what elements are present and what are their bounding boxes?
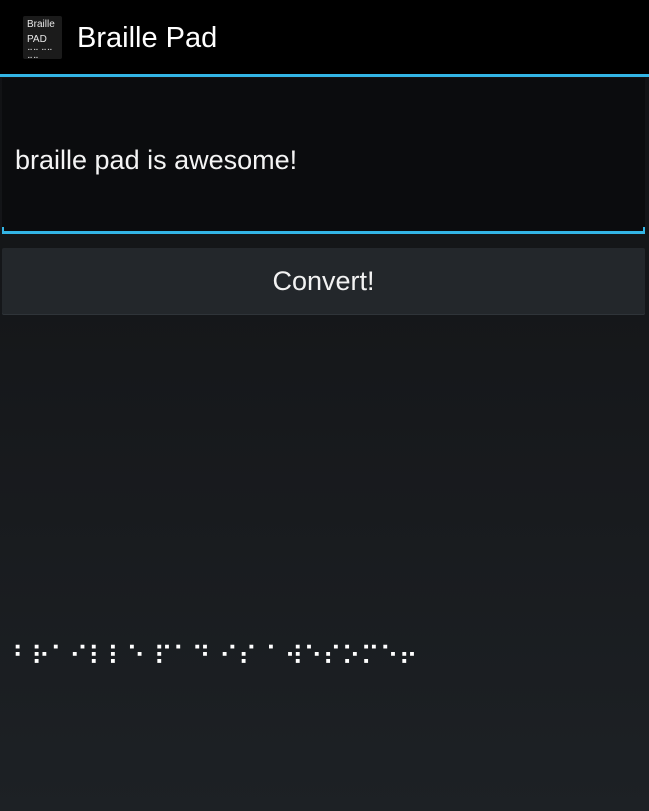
convert-button[interactable]: Convert! — [2, 248, 645, 315]
braille-output-text: ⠃⠗⠁⠊⠇⠇⠑ ⠏⠁⠙ ⠊⠎ ⠁⠺⠑⠎⠕⠍⠑⠖ — [12, 642, 418, 672]
text-input-underline — [2, 231, 645, 234]
convert-button-label: Convert! — [272, 266, 375, 296]
app-title: Braille Pad — [77, 22, 218, 54]
app-icon-text-braille: Braille — [27, 19, 55, 30]
screen: Braille PAD ⠒⠒ ⠒⠒ ⠒⠒ Braille Pad braille… — [0, 0, 649, 811]
app-icon[interactable]: Braille PAD ⠒⠒ ⠒⠒ ⠒⠒ — [23, 16, 62, 63]
app-icon-text-pad: PAD — [27, 34, 47, 45]
action-bar: Braille PAD ⠒⠒ ⠒⠒ ⠒⠒ Braille Pad — [0, 0, 649, 74]
text-input-field[interactable]: braille pad is awesome! — [2, 78, 645, 234]
text-input-underline-right-tick — [643, 227, 645, 234]
action-bar-divider — [0, 74, 649, 77]
text-input-value[interactable]: braille pad is awesome! — [15, 144, 297, 176]
app-icon-dots: ⠒⠒ ⠒⠒ ⠒⠒ — [27, 46, 53, 63]
text-input-underline-left-tick — [2, 227, 4, 234]
